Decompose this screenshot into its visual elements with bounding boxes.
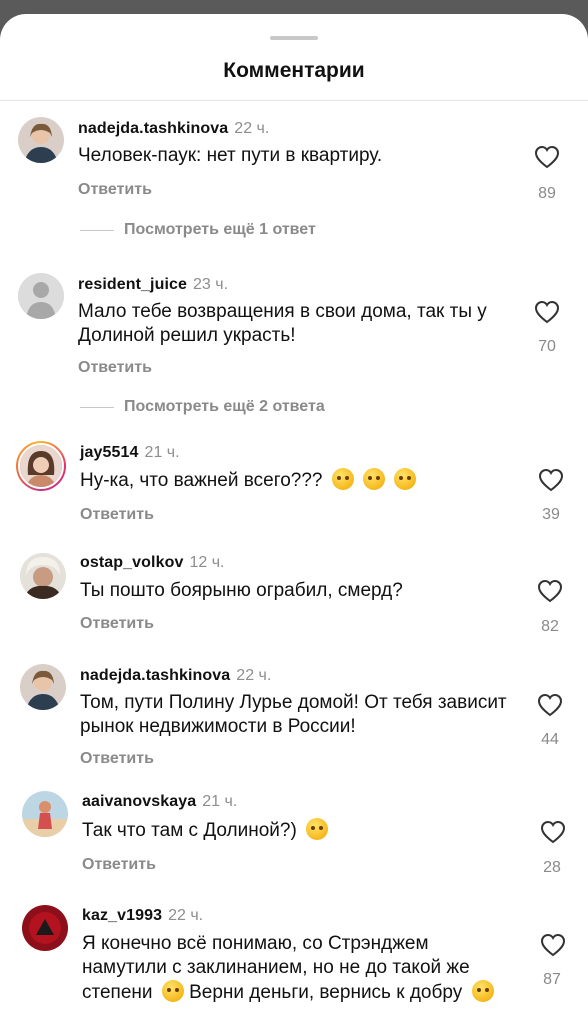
- rolling-laughing-emoji-icon: [161, 980, 184, 1002]
- sheet-title: Комментарии: [223, 59, 365, 82]
- comment-meta: aaivanovskaya 21 ч.: [82, 793, 237, 811]
- more-replies-text: Посмотреть ещё 1 ответ: [124, 221, 316, 238]
- comment-text: Ты пошто боярыню ограбил, смерд?: [80, 580, 403, 601]
- like-count: 28: [543, 859, 561, 876]
- comment-text: Я конечно всё понимаю, со Стрэнджем наму…: [82, 932, 502, 1005]
- comment-meta: kaz_v1993 22 ч.: [82, 907, 203, 925]
- avatar: [18, 443, 64, 489]
- reply-button[interactable]: Ответить: [78, 181, 152, 199]
- comment-text-body: Ну-ка, что важней всего???: [80, 470, 323, 491]
- photo-beach-icon: [22, 791, 68, 837]
- more-replies-line: [80, 407, 114, 408]
- comment-meta: ostap_volkov 12 ч.: [80, 554, 225, 572]
- sheet-grabber[interactable]: [270, 36, 318, 40]
- heart-icon[interactable]: [537, 693, 563, 717]
- comment-username[interactable]: kaz_v1993: [82, 907, 162, 924]
- comment-meta: resident_juice 23 ч.: [78, 276, 228, 294]
- comment-time: 21 ч.: [202, 793, 238, 810]
- comment-username[interactable]: resident_juice: [78, 276, 187, 293]
- like-count: 39: [542, 506, 560, 523]
- comment-time: 22 ч.: [168, 907, 204, 924]
- comment-text: Том, пути Полину Лурье домой! От тебя за…: [80, 692, 507, 737]
- comment-time: 22 ч.: [236, 667, 272, 684]
- comment-time: 21 ч.: [144, 444, 180, 461]
- monocle-face-emoji-icon: [363, 468, 386, 490]
- heart-icon[interactable]: [540, 933, 566, 957]
- like-count: 82: [541, 618, 559, 635]
- heart-icon[interactable]: [537, 579, 563, 603]
- like-count: 44: [541, 731, 559, 748]
- face-with-hand-over-mouth-emoji-icon: [306, 818, 329, 840]
- heart-icon[interactable]: [534, 145, 560, 169]
- avatar[interactable]: [18, 273, 64, 319]
- like-count: 87: [543, 971, 561, 988]
- story-photo-icon: [20, 445, 62, 487]
- avatar[interactable]: [18, 117, 64, 163]
- comments-sheet: Комментарии nadejda.tashkinova 22 ч. Чело…: [0, 14, 588, 1022]
- photo-woman-icon: [20, 664, 66, 710]
- photo-red-icon: [22, 905, 68, 951]
- avatar[interactable]: [20, 664, 66, 710]
- heart-icon[interactable]: [540, 820, 566, 844]
- comment-username[interactable]: nadejda.tashkinova: [80, 667, 230, 684]
- more-replies-line: [80, 230, 114, 231]
- default-avatar-icon: [18, 273, 64, 319]
- comment-text-body-2: Верни деньги, вернись к добру: [189, 982, 463, 1003]
- heart-icon[interactable]: [534, 300, 560, 324]
- more-replies-text: Посмотреть ещё 2 ответа: [124, 398, 325, 415]
- monocle-face-emoji-icon: [331, 468, 354, 490]
- like-count: 70: [538, 338, 556, 355]
- comment-text: Мало тебе возвращения в свои дома, так т…: [78, 301, 487, 346]
- avatar[interactable]: [22, 791, 68, 837]
- heart-icon[interactable]: [538, 468, 564, 492]
- comment-meta: nadejda.tashkinova 22 ч.: [78, 120, 269, 138]
- reply-button[interactable]: Ответить: [80, 615, 154, 633]
- header-divider: [0, 100, 588, 101]
- photo-woman-icon: [18, 117, 64, 163]
- comment-time: 23 ч.: [193, 276, 229, 293]
- comment-time: 22 ч.: [234, 120, 270, 137]
- comment-username[interactable]: nadejda.tashkinova: [78, 120, 228, 137]
- comment-text-body: Так что там с Долиной?): [82, 820, 297, 841]
- avatar[interactable]: [20, 553, 66, 599]
- comment-meta: nadejda.tashkinova 22 ч.: [80, 667, 271, 685]
- reply-button[interactable]: Ответить: [80, 506, 154, 524]
- photo-man-icon: [20, 553, 66, 599]
- reply-button[interactable]: Ответить: [82, 856, 156, 874]
- reply-button[interactable]: Ответить: [80, 750, 154, 768]
- comment-username[interactable]: ostap_volkov: [80, 554, 183, 571]
- tears-of-joy-emoji-icon: [471, 980, 494, 1002]
- avatar[interactable]: [22, 905, 68, 951]
- reply-button[interactable]: Ответить: [78, 359, 152, 377]
- like-count: 89: [538, 185, 556, 202]
- comment-text: Ну-ка, что важней всего???: [80, 468, 520, 493]
- comment-text: Так что там с Долиной?): [82, 818, 502, 843]
- comment-username[interactable]: jay5514: [80, 444, 139, 461]
- comment-meta: jay5514 21 ч.: [80, 444, 180, 462]
- avatar-story-ring[interactable]: [16, 441, 66, 491]
- comment-username[interactable]: aaivanovskaya: [82, 793, 196, 810]
- comment-text: Человек-паук: нет пути в квартиру.: [78, 145, 383, 166]
- monocle-face-emoji-icon: [394, 468, 417, 490]
- comment-time: 12 ч.: [189, 554, 225, 571]
